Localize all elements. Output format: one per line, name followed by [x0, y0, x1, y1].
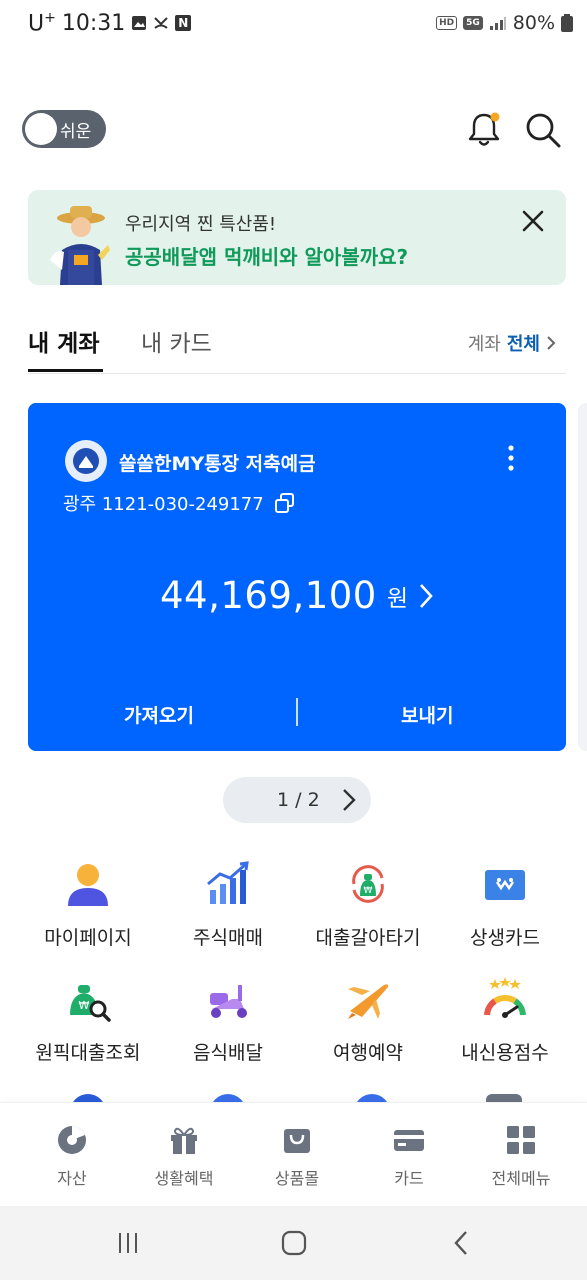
- nav-label: 전체메뉴: [491, 1169, 551, 1188]
- grid-menu-icon: [507, 1126, 535, 1154]
- view-all-prefix: 계좌: [467, 334, 501, 355]
- nav-assets[interactable]: 자산: [17, 1123, 127, 1189]
- bank-logo-icon: [65, 440, 107, 482]
- recent-apps-icon[interactable]: [113, 1228, 143, 1258]
- menu-label: 여행예약: [333, 1042, 403, 1064]
- home-icon[interactable]: [279, 1228, 309, 1258]
- nav-label: 생활혜택: [154, 1169, 214, 1188]
- gallery-notification-icon: [132, 16, 147, 31]
- action-divider: [296, 698, 298, 726]
- status-left: U+ 10:31 N: [28, 10, 192, 37]
- tab-my-cards[interactable]: 내 카드: [141, 324, 212, 358]
- svg-text:₩: ₩: [79, 999, 90, 1012]
- loan-search-icon: ₩: [70, 985, 111, 1022]
- stock-chart-icon: [207, 861, 249, 904]
- nav-all-menu[interactable]: 전체메뉴: [466, 1123, 576, 1189]
- pager-text: 1 / 2: [277, 789, 320, 811]
- nav-life-benefits[interactable]: 생활혜택: [129, 1123, 239, 1189]
- svg-text:₩: ₩: [364, 886, 373, 896]
- notification-bell-icon[interactable]: [464, 109, 504, 149]
- send-button[interactable]: 보내기: [401, 701, 453, 728]
- status-right: HD 5G 80%: [436, 12, 573, 34]
- toggle-knob: [25, 113, 57, 145]
- balance-amount: 44,169,100: [159, 574, 377, 617]
- menu-credit-score[interactable]: 내신용점수: [432, 970, 578, 1080]
- account-number-text: 광주 1121-030-249177: [63, 494, 264, 515]
- menu-label: 음식배달: [193, 1042, 263, 1064]
- back-icon[interactable]: [447, 1228, 477, 1258]
- menu-label: 주식매매: [193, 927, 263, 949]
- menu-onepick-loan[interactable]: ₩ 원픽대출조회: [15, 970, 161, 1080]
- view-all-label: 전체: [506, 334, 540, 355]
- menu-coop-card[interactable]: 상생카드: [432, 855, 578, 965]
- clock: 10:31: [61, 10, 126, 36]
- person-icon: [68, 864, 108, 906]
- view-all-accounts-link[interactable]: 계좌 전체: [468, 330, 556, 356]
- nav-label: 자산: [57, 1169, 87, 1188]
- nav-shop[interactable]: 상품몰: [242, 1123, 352, 1189]
- shopping-bag-icon: [284, 1129, 310, 1153]
- nav-label: 상품몰: [274, 1169, 320, 1188]
- airplane-icon: [348, 984, 389, 1019]
- close-icon[interactable]: [520, 208, 546, 234]
- coop-card-icon: [485, 870, 525, 900]
- banner-subtitle: 우리지역 찐 특산품!: [125, 214, 277, 235]
- account-card[interactable]: 쏠쏠한MY통장 저축예금 광주 1121-030-249177 44,169,1…: [28, 403, 566, 751]
- chevron-right-icon[interactable]: [341, 788, 357, 812]
- account-balance[interactable]: 44,169,100 원: [28, 574, 566, 617]
- network-5g-icon: 5G: [463, 16, 483, 30]
- missed-call-icon: [154, 17, 168, 29]
- battery-icon: [561, 14, 573, 32]
- delivery-scooter-icon: [210, 985, 247, 1018]
- menu-travel-booking[interactable]: 여행예약: [295, 970, 441, 1080]
- search-icon[interactable]: [522, 109, 564, 151]
- nav-card[interactable]: 카드: [354, 1123, 464, 1189]
- bottom-navigation: 자산 생활혜택 상품몰 카드 전체메뉴: [0, 1102, 587, 1206]
- menu-label: 상생카드: [470, 927, 540, 949]
- balance-unit: 원: [386, 585, 409, 612]
- loan-switch-icon: ₩: [352, 865, 384, 903]
- menu-loan-switch[interactable]: ₩ 대출갈아타기: [295, 855, 441, 965]
- next-card-peek[interactable]: [578, 403, 587, 751]
- chevron-right-icon: [547, 336, 556, 350]
- card-icon: [394, 1130, 424, 1151]
- status-bar: U+ 10:31 N HD 5G 80%: [0, 0, 587, 50]
- pie-chart-icon: [58, 1126, 86, 1154]
- signal-icon: [489, 17, 506, 30]
- carrier-label: U+: [28, 10, 56, 37]
- copy-icon[interactable]: [274, 492, 296, 514]
- farmer-illustration-icon: [50, 206, 110, 285]
- nav-label: 카드: [394, 1169, 424, 1188]
- menu-label: 내신용점수: [461, 1042, 549, 1064]
- more-options-icon[interactable]: [502, 443, 520, 473]
- battery-percent: 80%: [512, 12, 555, 34]
- active-tab-indicator: [28, 369, 103, 372]
- card-pager[interactable]: 1 / 2: [223, 777, 371, 823]
- menu-label: 원픽대출조회: [35, 1042, 141, 1064]
- withdraw-button[interactable]: 가져오기: [124, 701, 194, 728]
- menu-label: 대출갈아타기: [315, 927, 421, 949]
- tab-my-accounts[interactable]: 내 계좌: [28, 324, 100, 358]
- hd-voice-icon: HD: [436, 16, 458, 30]
- naver-app-icon: N: [175, 15, 192, 32]
- banner-title: 공공배달앱 먹깨비와 알아볼까요?: [125, 245, 409, 269]
- chevron-right-icon: [420, 583, 433, 608]
- menu-label: 마이페이지: [44, 927, 132, 949]
- credit-gauge-icon: [484, 977, 526, 1018]
- promo-banner[interactable]: 우리지역 찐 특산품! 공공배달앱 먹깨비와 알아볼까요?: [28, 190, 566, 285]
- account-name: 쏠쏠한MY통장 저축예금: [119, 453, 316, 475]
- card-actions: 가져오기 보내기: [28, 693, 566, 733]
- easy-mode-toggle[interactable]: 쉬운: [22, 110, 106, 148]
- gift-icon: [171, 1127, 197, 1154]
- menu-stock-trading[interactable]: 주식매매: [155, 855, 301, 965]
- android-navigation-bar: [0, 1206, 587, 1280]
- toggle-label: 쉬운: [60, 122, 92, 142]
- account-card-tabs: 내 계좌 내 카드 계좌 전체: [28, 318, 566, 374]
- top-header: 쉬운: [0, 105, 587, 155]
- menu-food-delivery[interactable]: 음식배달: [155, 970, 301, 1080]
- account-number: 광주 1121-030-249177: [63, 490, 296, 516]
- menu-mypage[interactable]: 마이페이지: [15, 855, 161, 965]
